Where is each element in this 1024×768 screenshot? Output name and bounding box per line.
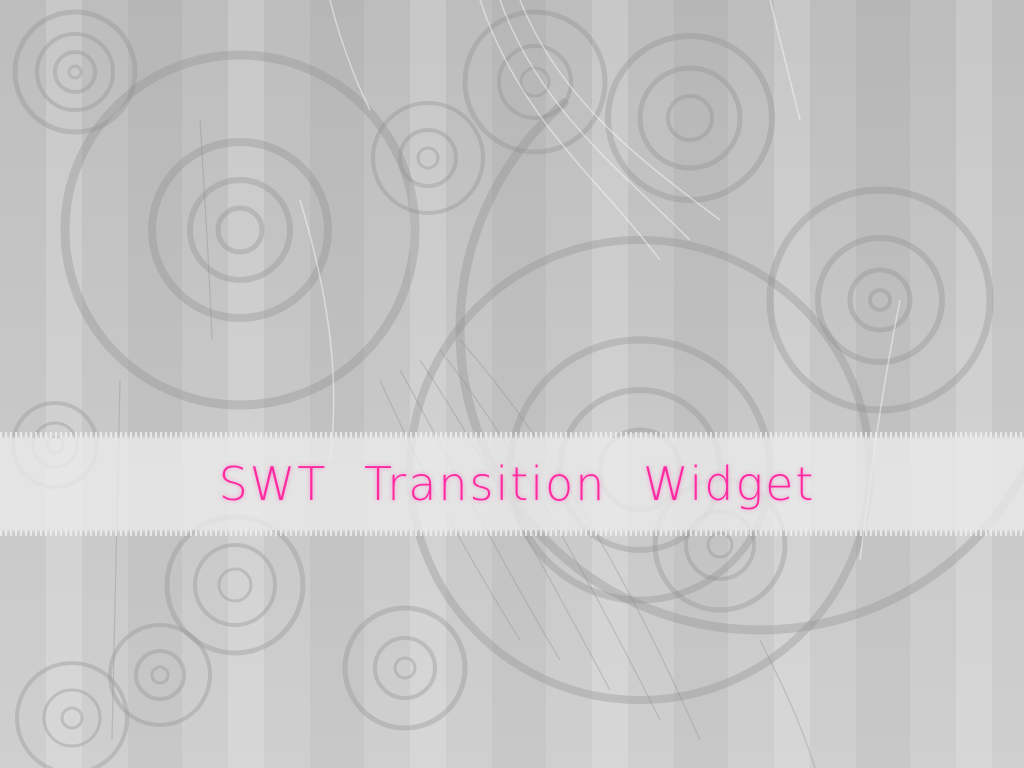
title-banner: SWT Transition Widget (0, 432, 1024, 536)
spiral-ornament (766, 186, 994, 414)
spiral-ornament (60, 50, 420, 410)
splash-screen: SWT Transition Widget (0, 0, 1024, 768)
banner-fringe (0, 530, 1024, 536)
swirl-ornaments (11, 0, 1024, 768)
spiral-ornament (12, 9, 138, 135)
spiral-ornament (605, 33, 775, 203)
splash-title: SWT Transition Widget (218, 457, 816, 511)
spiral-ornament (371, 101, 485, 215)
spiral-ornament (342, 605, 468, 731)
spiral-ornament (15, 661, 129, 768)
